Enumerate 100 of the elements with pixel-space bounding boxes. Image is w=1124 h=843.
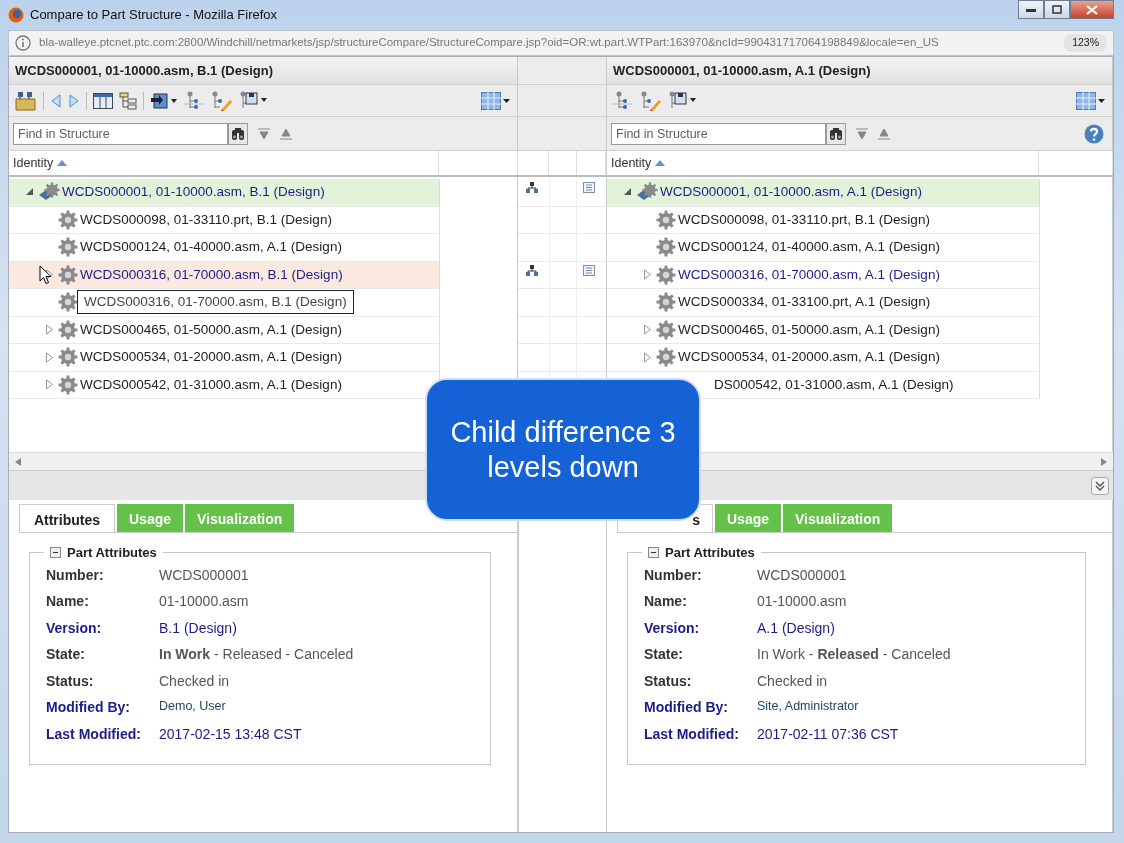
view-menu-button[interactable] <box>481 91 511 110</box>
field-value: In Work - Released - Canceled <box>159 645 354 664</box>
structure-difference-icon[interactable] <box>526 182 538 193</box>
back-button[interactable] <box>50 92 62 109</box>
field-value: A.1 (Design) <box>757 618 835 638</box>
maximize-icon <box>1052 5 1062 14</box>
part-link[interactable]: WCDS000465, 01-50000.asm, A.1 (Design) <box>80 319 342 340</box>
minimize-button[interactable] <box>1018 0 1044 19</box>
part-link[interactable]: WCDS000316, 01-70000.asm, A.1 (Design) <box>678 264 940 285</box>
find-next-button[interactable] <box>258 127 270 140</box>
part-link[interactable]: WCDS000542, 01-31000.asm, A.1 (Design) <box>80 374 342 395</box>
tree-row[interactable]: WCDS000001, 01-10000.asm, A.1 (Design) <box>607 179 1039 207</box>
assembly-icon <box>38 182 60 203</box>
part-link[interactable]: WCDS000098, 01-33110.prt, B.1 (Design) <box>80 209 332 230</box>
field-value: Checked in <box>159 671 230 691</box>
browser-logo-icon <box>8 7 24 23</box>
columns-icon[interactable] <box>93 92 113 109</box>
field-value: B.1 (Design) <box>159 618 237 638</box>
scroll-left-icon[interactable] <box>15 457 21 466</box>
info-icon[interactable] <box>15 35 31 51</box>
structure-difference-icon[interactable] <box>526 264 538 276</box>
gear-icon <box>656 209 676 230</box>
save-menu-button[interactable] <box>238 90 268 111</box>
find-previous-button[interactable] <box>878 127 890 140</box>
tree-row[interactable]: WCDS000316, 01-70000.asm, B.1 (Design) <box>9 261 439 289</box>
find-button[interactable] <box>826 122 846 145</box>
gear-icon <box>58 347 78 368</box>
column-header[interactable]: Identity <box>611 153 652 173</box>
export-menu-button[interactable] <box>150 91 178 110</box>
save-menu-button[interactable] <box>667 90 697 111</box>
tree-icon[interactable] <box>119 91 137 110</box>
part-link[interactable]: WCDS000098, 01-33110.prt, B.1 (Design) <box>678 209 930 230</box>
part-link[interactable]: DS000542, 01-31000.asm, A.1 (Design) <box>714 374 954 395</box>
part-link[interactable]: WCDS000001, 01-10000.asm, A.1 (Design) <box>660 182 922 203</box>
field-label: Status: <box>644 671 693 691</box>
minimize-icon <box>1026 7 1036 12</box>
tooltip: WCDS000316, 01-70000.asm, B.1 (Design) <box>77 290 354 315</box>
tree-row[interactable]: WCDS000001, 01-10000.asm, B.1 (Design) <box>9 179 439 207</box>
edit-structure-icon[interactable] <box>639 90 661 111</box>
tab[interactable]: Attributes <box>19 504 115 532</box>
gear-icon <box>656 264 676 285</box>
sort-ascending-icon <box>57 160 68 166</box>
gear-icon <box>656 237 676 258</box>
field-label: Modified By: <box>46 698 131 717</box>
zoom-level[interactable]: 123% <box>1064 34 1107 52</box>
section-title: Part Attributes <box>67 544 157 562</box>
close-icon <box>1086 4 1098 15</box>
part-link[interactable]: WCDS000334, 01-33100.prt, A.1 (Design) <box>678 292 931 313</box>
part-link[interactable]: WCDS000124, 01-40000.asm, A.1 (Design) <box>678 237 940 258</box>
address-text[interactable]: bla-walleye.ptcnet.ptc.com:2800/Windchill/netmarkets/jsp/structureCompare/StructureCompare.jsp?oid=OR:wt.part.WTPart:163970&ncId=990431717064198849&locale=en_US <box>39 34 939 52</box>
find-previous-button[interactable] <box>280 127 292 140</box>
user-link[interactable]: Site, Administrator <box>757 697 859 716</box>
column-header[interactable]: Identity <box>13 153 54 173</box>
help-icon[interactable] <box>1084 123 1104 144</box>
part-link[interactable]: WCDS000534, 01-20000.asm, A.1 (Design) <box>678 347 940 368</box>
folder-icon[interactable] <box>15 90 37 111</box>
user-link[interactable]: Demo, User <box>159 697 226 716</box>
collapse-panel-button[interactable] <box>1091 476 1109 495</box>
edit-structure-icon[interactable] <box>210 90 232 111</box>
part-link[interactable]: WCDS000001, 01-10000.asm, B.1 (Design) <box>62 182 325 203</box>
sort-ascending-icon <box>655 160 666 166</box>
scroll-right-icon[interactable] <box>1101 457 1107 466</box>
find-next-button[interactable] <box>856 127 868 140</box>
field-label: Version: <box>644 618 701 638</box>
collapse-icon[interactable] <box>648 547 659 559</box>
part-link[interactable]: WCDS000534, 01-20000.asm, A.1 (Design) <box>80 347 342 368</box>
chevron-down-icon <box>1095 480 1105 491</box>
expand-toggle-icon[interactable] <box>643 324 654 336</box>
part-link[interactable]: WCDS000316, 01-70000.asm, B.1 (Design) <box>80 264 343 285</box>
search-field[interactable]: Find in Structure <box>13 122 228 145</box>
field-label: Status: <box>46 671 95 691</box>
view-menu-button[interactable] <box>1076 91 1106 110</box>
expand-toggle-icon[interactable] <box>45 351 56 363</box>
search-field[interactable]: Find in Structure <box>611 122 826 145</box>
pane-title: WCDS000001, 01-10000.asm, B.1 (Design) <box>15 61 273 80</box>
find-button[interactable] <box>228 122 248 145</box>
field-value: Checked in <box>757 671 828 691</box>
collapse-toggle-icon[interactable] <box>25 186 36 198</box>
attribute-difference-icon[interactable] <box>583 182 595 193</box>
structure-icon[interactable] <box>184 90 204 111</box>
expand-toggle-icon[interactable] <box>643 351 654 363</box>
collapse-toggle-icon[interactable] <box>623 186 634 198</box>
field-value: WCDS000001 <box>159 565 249 585</box>
part-link[interactable]: WCDS000124, 01-40000.asm, A.1 (Design) <box>80 237 342 258</box>
attribute-difference-icon[interactable] <box>583 264 595 276</box>
maximize-button[interactable] <box>1044 0 1070 19</box>
collapse-icon[interactable] <box>50 547 61 559</box>
field-value: WCDS000001 <box>757 565 847 585</box>
gear-icon <box>656 347 676 368</box>
expand-toggle-icon[interactable] <box>45 379 56 391</box>
gear-icon <box>656 319 676 340</box>
gear-icon <box>58 292 78 313</box>
forward-button[interactable] <box>68 92 80 109</box>
expand-toggle-icon[interactable] <box>45 324 56 336</box>
assembly-icon <box>636 182 658 203</box>
field-value: 2017-02-15 13:48 CST <box>159 724 302 744</box>
structure-icon[interactable] <box>613 90 633 111</box>
close-button[interactable] <box>1070 0 1114 19</box>
part-link[interactable]: WCDS000465, 01-50000.asm, A.1 (Design) <box>678 319 940 340</box>
expand-toggle-icon[interactable] <box>643 269 654 281</box>
